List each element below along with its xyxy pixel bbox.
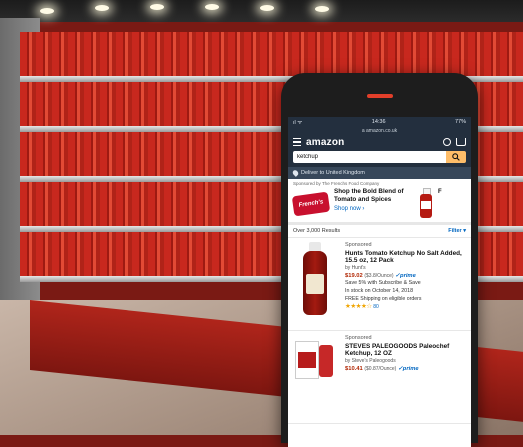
star-rating: ★★★★☆ (345, 303, 372, 311)
sponsor-byline: Sponsored by The Frenchs Food Company (293, 181, 380, 186)
url-bar[interactable]: a amazon.co.uk (288, 127, 471, 135)
product-price: $19.02 (345, 272, 363, 279)
sponsored-banner[interactable]: French's Shop the Bold Blend of Tomato a… (288, 186, 471, 225)
status-bar: ıl ᯤ 14:36 77% (288, 117, 471, 127)
product-result[interactable]: Sponsored STEVES PALEOGOODS Paleochef Ke… (288, 331, 471, 424)
search-bar (288, 149, 471, 167)
shop-now-link[interactable]: Shop now › (334, 205, 410, 213)
frenchs-logo: French's (291, 191, 331, 217)
phone-speaker (367, 94, 393, 98)
hamburger-menu-icon[interactable] (293, 138, 301, 146)
unit-price: ($3.8/Ounce) (364, 272, 394, 279)
product-info: Sponsored STEVES PALEOGOODS Paleochef Ke… (345, 335, 466, 419)
signal-indicator: ıl ᯤ (293, 120, 303, 126)
review-count[interactable]: 80 (373, 304, 379, 310)
product-result[interactable]: Sponsored Hunts Tomato Ketchup No Salt A… (288, 238, 471, 331)
amazon-header: amazon (288, 135, 471, 149)
search-button[interactable] (446, 151, 466, 163)
stock-text: In stock on October 14, 2018 (345, 287, 414, 294)
unit-price: ($0.87/Ounce) (364, 365, 397, 372)
smartphone: ıl ᯤ 14:36 77% a amazon.co.uk amazon Del… (281, 73, 478, 447)
ceiling-light (260, 5, 274, 11)
sponsored-label: Sponsored (345, 335, 372, 341)
deliver-to-bar[interactable]: Deliver to United Kingdom (288, 167, 471, 179)
product-brand: by Steve's Paleogoods (345, 358, 396, 365)
ceiling-light (315, 6, 329, 12)
ceiling-light (150, 4, 164, 10)
search-icon (452, 153, 460, 161)
banner-product-image (419, 188, 433, 218)
banner-text: Shop the Bold Blend of Tomato and Spices… (334, 188, 410, 213)
filter-button[interactable]: Filter ▾ (448, 228, 466, 234)
account-icon[interactable] (443, 138, 451, 146)
amazon-logo[interactable]: amazon (306, 137, 438, 148)
results-bar: Over 3,000 Results Filter ▾ (288, 225, 471, 238)
sponsored-label: Sponsored (345, 242, 372, 248)
product-price: $10.41 (345, 365, 363, 372)
location-pin-icon (291, 169, 300, 177)
subscribe-save-text: Save 5% with Subscribe & Save (345, 280, 421, 287)
prime-badge: ✓prime (397, 365, 419, 372)
ceiling-light (95, 5, 109, 11)
phone-screen: ıl ᯤ 14:36 77% a amazon.co.uk amazon Del… (288, 117, 471, 447)
ceiling-light (205, 4, 219, 10)
cart-icon[interactable] (456, 138, 466, 146)
product-image[interactable] (293, 335, 339, 419)
shelf-row (20, 32, 523, 76)
product-title[interactable]: Hunts Tomato Ketchup No Salt Added, 15.5… (345, 250, 466, 266)
product-image[interactable] (293, 242, 339, 326)
product-title[interactable]: STEVES PALEOGOODS Paleochef Ketchup, 12 … (345, 343, 466, 359)
banner-headline: Shop the Bold Blend of Tomato and Spices (334, 188, 404, 203)
results-count: Over 3,000 Results (293, 228, 341, 234)
battery-indicator: 77% (454, 119, 466, 125)
product-brand: by Hunt's (345, 265, 366, 272)
search-input[interactable] (293, 151, 446, 163)
banner-overflow-text: F (438, 189, 442, 195)
product-info: Sponsored Hunts Tomato Ketchup No Salt A… (345, 242, 466, 326)
prime-badge: ✓prime (395, 272, 416, 279)
deliver-text: Deliver to United Kingdom (301, 170, 365, 176)
clock: 14:36 (371, 119, 386, 125)
